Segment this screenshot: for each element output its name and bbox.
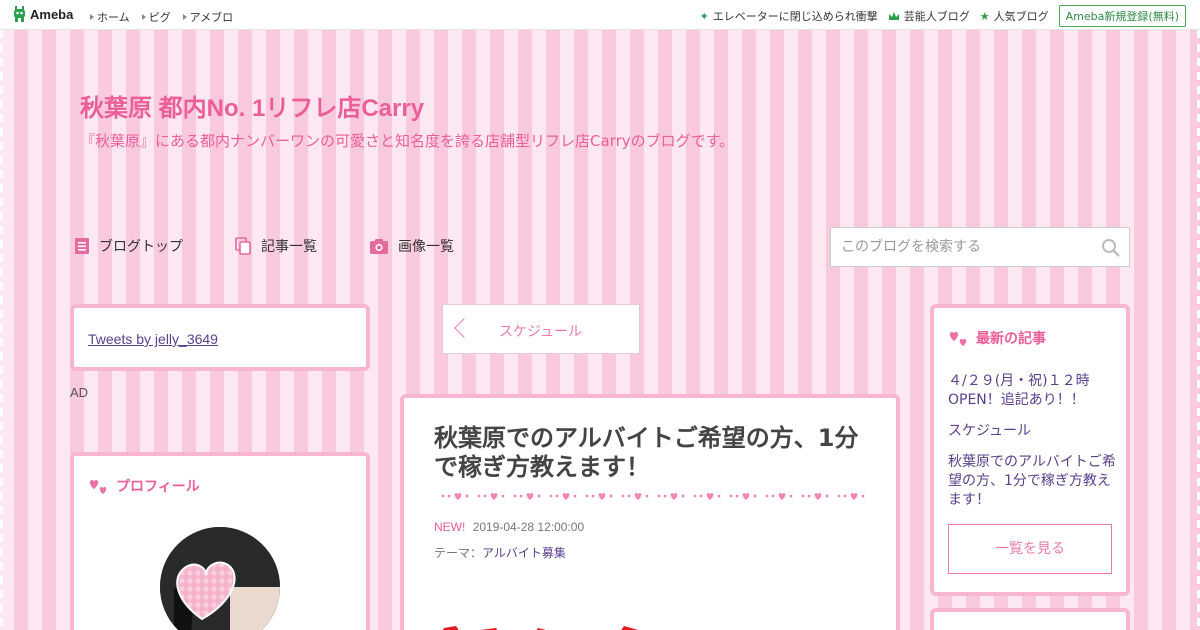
tweets-widget: Tweets by jelly_3649 (70, 304, 370, 371)
recent-heading-label: 最新の記事 (976, 331, 1046, 347)
theme-label: テーマ： (434, 546, 483, 560)
recent-article-item[interactable]: スケジュール (948, 422, 1118, 441)
article-date: 2019-04-28 12:00:00 (472, 520, 585, 534)
article-theme: テーマ：アルバイト募集 (434, 544, 566, 561)
top-nav-label: ピグ (148, 11, 171, 24)
blog-search (830, 227, 1130, 267)
recent-article-item[interactable]: 秋葉原でのアルバイトご希望の方、1分で稼ぎ方教えます！ (948, 453, 1118, 510)
blog-nav: ブログトップ 記事一覧 画像一覧 (74, 236, 454, 256)
recent-articles-widget: 最新の記事 ４/２９(月・祝)１２時OPEN！追記あり！！ スケジュール 秋葉原… (930, 304, 1130, 596)
copy-documents-icon (235, 237, 251, 255)
search-icon[interactable] (1101, 238, 1121, 258)
nav-article-list[interactable]: 記事一覧 (235, 236, 317, 256)
recent-articles-list: ４/２９(月・祝)１２時OPEN！追記あり！！ スケジュール 秋葉原でのアルバイ… (948, 372, 1118, 522)
celebrity-blog-link[interactable]: 芸能人ブログ (888, 8, 970, 24)
camera-icon (370, 238, 388, 254)
sparkle-icon: ✦ (699, 9, 709, 23)
top-nav-label: ホーム (97, 11, 130, 24)
celebrity-blog-label: 芸能人ブログ (903, 10, 970, 23)
ad-label: AD (70, 385, 89, 400)
register-button[interactable]: Ameba新規登録(無料) (1058, 5, 1186, 27)
trending-topic-link[interactable]: ✦ エレベーターに閉じ込められ衝撃 (700, 8, 878, 24)
article-title[interactable]: 秋葉原でのアルバイトご希望の方、1分で稼ぎ方教えます！ (434, 424, 874, 482)
blog-description: 『秋葉原』にある都内ナンバーワンの可愛さと知名度を誇る店舗型リフレ店Carryの… (80, 132, 735, 150)
nav-blog-top[interactable]: ブログトップ (74, 236, 183, 256)
ameba-logo-text: Ameba (30, 7, 74, 22)
ameba-top-bar: Ameba ホーム ピグ アメブロ ✦ エレベーターに閉じ込められ衝撃 芸能人ブ… (0, 0, 1200, 30)
top-nav-home[interactable]: ホーム (90, 9, 130, 25)
avatar-image (160, 527, 280, 630)
nav-label: 画像一覧 (398, 239, 454, 255)
top-nav-pigg[interactable]: ピグ (141, 9, 171, 25)
new-badge: NEW! (434, 520, 466, 534)
theme-link[interactable]: アルバイト募集 (482, 546, 566, 560)
profile-heading: プロフィール (88, 476, 200, 496)
profile-heading-label: プロフィール (116, 479, 200, 495)
top-nav-ameblo[interactable]: アメブロ (182, 9, 234, 25)
star-icon: ★ (979, 9, 990, 23)
hearts-icon (89, 480, 107, 494)
next-widget (930, 608, 1130, 630)
nav-label: ブログトップ (99, 239, 183, 255)
trending-topic-label: エレベーターに閉じ込められ衝撃 (712, 10, 878, 23)
article-meta: NEW! 2019-04-28 12:00:00 (434, 520, 584, 534)
prev-article-label: スケジュール (499, 324, 583, 340)
article-card: 秋葉原でのアルバイトご希望の方、1分で稼ぎ方教えます！ NEW! 2019-04… (400, 394, 900, 630)
ameba-logo[interactable]: Ameba (12, 6, 73, 23)
triangle-right-icon (90, 14, 94, 20)
nav-label: 記事一覧 (261, 239, 317, 255)
triangle-right-icon (141, 14, 146, 20)
popular-blog-link[interactable]: ★ 人気ブログ (980, 8, 1049, 24)
recent-heading: 最新の記事 (948, 328, 1046, 348)
crown-icon (888, 12, 899, 20)
prev-article-button[interactable]: スケジュール (442, 304, 640, 354)
triangle-right-icon (182, 14, 187, 20)
tweets-link[interactable]: Tweets by jelly_3649 (88, 331, 218, 347)
top-right-links: ✦ エレベーターに閉じ込められ衝撃 芸能人ブログ ★ 人気ブログ Ameba新規… (700, 5, 1186, 27)
search-input[interactable] (831, 228, 1081, 266)
top-nav: ホーム ピグ アメブロ (90, 9, 233, 25)
recent-article-item[interactable]: ４/２９(月・祝)１２時OPEN！追記あり！！ (948, 372, 1118, 410)
see-all-button[interactable]: 一覧を見る (948, 524, 1112, 574)
blog-title[interactable]: 秋葉原 都内No. 1リフレ店Carry (80, 88, 424, 123)
top-nav-label: アメブロ (189, 11, 234, 24)
nav-image-list[interactable]: 画像一覧 (369, 236, 454, 256)
hearts-icon (949, 332, 967, 346)
document-icon (75, 238, 89, 254)
chevron-left-icon (454, 318, 474, 338)
profile-avatar[interactable] (160, 527, 280, 630)
heart-divider (441, 493, 865, 500)
profile-widget: プロフィール (70, 452, 370, 630)
article-image-top (443, 626, 638, 630)
page-edge-left (0, 30, 3, 630)
popular-blog-label: 人気ブログ (993, 10, 1049, 23)
ameba-mascot-icon (14, 6, 25, 22)
